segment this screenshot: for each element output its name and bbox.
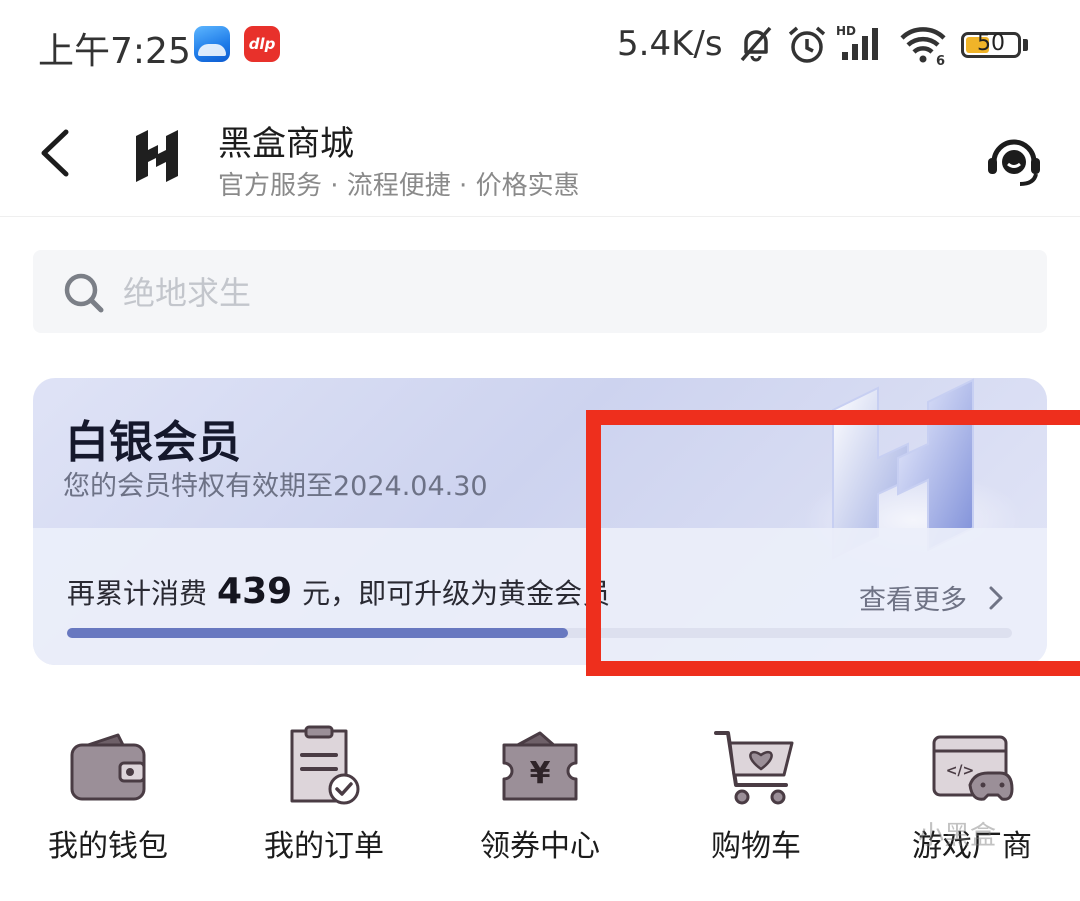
wifi-icon: 6 [900, 27, 946, 66]
alarm-icon [788, 26, 826, 63]
wifi6-label: 6 [936, 54, 945, 66]
highlight-annotation-box [586, 410, 1080, 676]
battery-cap [1023, 39, 1028, 51]
status-time: 上午7:25 [38, 31, 191, 72]
quick-link-coupons[interactable]: ¥ 领券中心 [440, 725, 640, 865]
svg-text:¥: ¥ [530, 756, 551, 791]
header: 黑盒商城 官方服务 · 流程便捷 · 价格实惠 [0, 90, 1080, 217]
cloud-app-icon [194, 26, 230, 62]
search-input[interactable] [121, 250, 1005, 335]
page-subtitle: 官方服务 · 流程便捷 · 价格实惠 [218, 171, 580, 201]
upgrade-prefix: 再累计消费 [67, 577, 208, 610]
customer-service-icon[interactable] [984, 134, 1044, 190]
page-title: 黑盒商城 [218, 124, 354, 164]
quick-link-orders[interactable]: 我的订单 [224, 725, 424, 865]
mute-bell-icon [740, 26, 772, 62]
cart-icon [714, 731, 794, 805]
coupon-icon: ¥ [502, 731, 578, 801]
search-icon [64, 273, 104, 313]
upgrade-hint: 再累计消费 439 元，即可升级为黄金会员 [67, 571, 610, 612]
network-speed: 5.4K/s [617, 24, 723, 64]
svg-text:</>: </> [946, 763, 975, 779]
hd-label: HD [836, 24, 856, 38]
upgrade-amount: 439 [217, 571, 293, 612]
upgrade-suffix: 元，即可升级为黄金会员 [302, 577, 611, 610]
heybox-logo-icon [136, 130, 178, 182]
search-bar[interactable] [33, 250, 1047, 335]
quick-link-wallet[interactable]: 我的钱包 [8, 725, 208, 865]
wallet-icon [70, 733, 146, 801]
member-expiry: 您的会员特权有效期至2024.04.30 [63, 471, 488, 502]
status-bar: 上午7:25 dlp 5.4K/s HD 6 50 [0, 0, 1080, 90]
quick-link-label: 我的钱包 [48, 829, 168, 864]
member-tier: 白银会员 [65, 417, 241, 468]
quick-link-label: 领券中心 [480, 829, 600, 864]
order-icon [290, 725, 360, 805]
back-arrow-icon[interactable] [38, 128, 72, 178]
dlp-app-icon: dlp [244, 26, 280, 62]
battery-icon: 50 [961, 31, 1021, 58]
quick-link-label: 购物车 [711, 829, 801, 864]
battery-percent: 50 [977, 31, 1005, 56]
upgrade-progress-fill [67, 628, 568, 638]
quick-link-cart[interactable]: 购物车 [656, 725, 856, 865]
watermark: 小黑盒 [918, 821, 997, 851]
game-vendor-icon: </> [932, 735, 1014, 801]
signal-icon: HD [836, 24, 878, 60]
quick-link-label: 我的订单 [264, 829, 384, 864]
